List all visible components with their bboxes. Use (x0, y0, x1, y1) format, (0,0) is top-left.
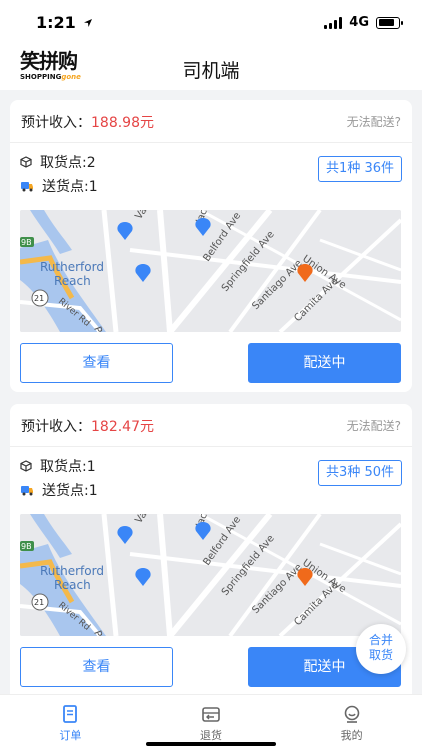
income-label: 预计收入： (21, 115, 91, 131)
status-bar: 1:21 4G (0, 0, 422, 46)
app-header: 笑拼购 SHOPPINGgone 司机端 (0, 46, 422, 90)
svg-text:Reach: Reach (54, 274, 91, 288)
status-time: 1:21 (36, 13, 93, 32)
order-card: 预计收入：182.47元 无法配送? 取货点:1 送货点:1 共3种 50件 R… (10, 404, 412, 694)
income-row: 预计收入：182.47元 无法配送? (21, 416, 401, 436)
merge-pickup-line2: 取货 (368, 648, 393, 662)
pickup-points: 取货点:2 (20, 152, 96, 172)
status-time-text: 1:21 (36, 13, 76, 32)
svg-text:21: 21 (34, 598, 44, 607)
view-button[interactable]: 查看 (20, 343, 173, 383)
signal-icon (324, 16, 343, 29)
battery-icon (376, 16, 403, 29)
tab-orders-label: 订单 (59, 729, 82, 742)
merge-pickup-button[interactable]: 合并 取货 (356, 624, 406, 674)
tab-profile[interactable]: 我的 (281, 695, 422, 750)
cannot-deliver-link[interactable]: 无法配送? (347, 113, 401, 130)
cannot-deliver-link[interactable]: 无法配送? (347, 417, 401, 434)
pickup-points-text: 取货点:2 (40, 155, 96, 171)
order-list[interactable]: 预计收入：188.98元 无法配送? 取货点:2 送货点:1 共1种 36件 R… (0, 90, 422, 694)
view-button[interactable]: 查看 (20, 647, 173, 687)
divider (10, 142, 412, 143)
income-value: 182.47元 (91, 419, 154, 435)
income-value: 188.98元 (91, 115, 154, 131)
goods-summary-tag: 共3种 50件 (318, 460, 402, 486)
tab-profile-label: 我的 (340, 729, 363, 742)
return-icon (202, 707, 220, 722)
delivery-points-text: 送货点:1 (42, 483, 98, 499)
income-row: 预计收入：188.98元 无法配送? (21, 112, 401, 132)
svg-text:9B: 9B (21, 542, 32, 551)
pickup-points-text: 取货点:1 (40, 459, 96, 475)
map-graphic: Rutherford Reach Vanderbilt Belford Ave … (20, 514, 401, 636)
page-title: 司机端 (182, 60, 240, 82)
truck-icon (21, 182, 33, 192)
svg-text:9B: 9B (21, 238, 32, 247)
order-document-icon (63, 705, 78, 723)
route-map[interactable]: Rutherford Reach Vanderbilt Belford Ave … (20, 514, 401, 636)
svg-text:Reach: Reach (54, 578, 91, 592)
home-indicator (146, 742, 276, 746)
location-arrow-icon (84, 19, 93, 27)
delivery-points-text: 送货点:1 (42, 179, 98, 195)
merge-pickup-line1: 合并 (368, 633, 393, 647)
svg-text:Rutherford: Rutherford (40, 564, 104, 578)
svg-text:21: 21 (34, 294, 44, 303)
income-label: 预计收入： (21, 419, 91, 435)
profile-icon (344, 705, 359, 723)
order-card: 预计收入：188.98元 无法配送? 取货点:2 送货点:1 共1种 36件 R… (10, 100, 412, 392)
divider (10, 446, 412, 447)
route-map[interactable]: Rutherford Reach Vanderbilt Belford Ave … (20, 210, 401, 332)
truck-icon (21, 486, 33, 496)
box-icon (20, 460, 32, 472)
tab-returns-label: 退货 (200, 729, 222, 742)
delivery-points: 送货点:1 (20, 480, 98, 500)
goods-summary-tag: 共1种 36件 (318, 156, 402, 182)
map-graphic: Rutherford Reach Vanderbilt Belford Ave … (20, 210, 401, 332)
delivery-points: 送货点:1 (20, 176, 98, 196)
delivering-button[interactable]: 配送中 (248, 343, 401, 383)
network-label: 4G (349, 15, 369, 30)
pickup-points: 取货点:1 (20, 456, 96, 476)
box-icon (20, 156, 32, 168)
tab-orders[interactable]: 订单 (0, 695, 141, 750)
svg-text:Rutherford: Rutherford (40, 260, 104, 274)
status-right: 4G (324, 15, 403, 30)
